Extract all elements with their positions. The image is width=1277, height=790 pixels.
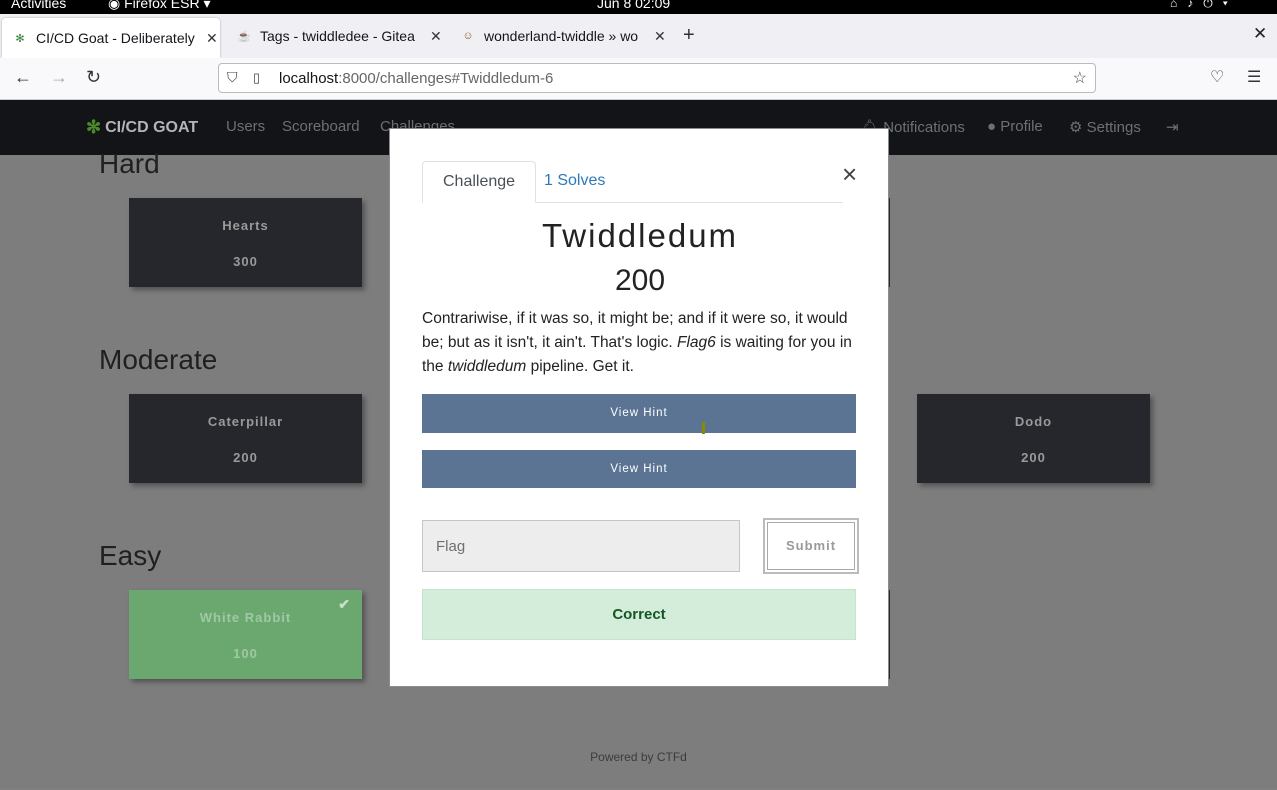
url-path: :8000/challenges#Twiddledum-6 (338, 70, 554, 87)
card-name: Caterpillar (207, 414, 284, 429)
card-value: 300 (233, 254, 258, 269)
menu-icon[interactable]: ☰ (1247, 67, 1261, 87)
modal-tabs: Challenge 1 Solves (422, 161, 843, 203)
result-alert: Correct (422, 589, 856, 640)
reload-icon[interactable]: ↻ (86, 67, 101, 88)
card-name: Hearts (222, 218, 269, 233)
category-heading-hard: Hard (99, 148, 160, 179)
challenge-modal: Challenge 1 Solves × Twiddledum 200 Cont… (389, 128, 889, 687)
clock[interactable]: Jun 8 02:09 (597, 0, 670, 11)
view-hint-button-2[interactable]: View Hint (422, 450, 856, 488)
nav-scoreboard[interactable]: Scoreboard (282, 118, 360, 135)
description-text: pipeline. Get it. (526, 358, 634, 375)
challenge-title: Twiddledum (541, 217, 739, 254)
site-brand[interactable]: ✻ CI/CD GOAT (86, 117, 198, 138)
nav-users[interactable]: Users (226, 118, 265, 135)
activities-button[interactable]: Activities (11, 0, 66, 11)
app-menu-label: Firefox ESR (124, 0, 200, 11)
logout-icon[interactable]: ⇥ (1166, 118, 1179, 136)
bookmark-star-icon[interactable]: ☆ (1073, 68, 1087, 88)
back-icon[interactable]: ← (14, 67, 32, 88)
card-name: Dodo (1014, 414, 1053, 429)
close-tab-icon[interactable]: ✕ (206, 30, 218, 47)
description-flag: Flag6 (677, 334, 716, 351)
nav-profile[interactable]: ● Profile (987, 118, 1043, 135)
nav-settings-label: Settings (1086, 119, 1141, 136)
card-value: 200 (1021, 450, 1046, 465)
tab-strip: ✻ CI/CD Goat - Deliberately ✕ ☕ Tags - t… (0, 14, 1277, 58)
url-bar[interactable]: ⛉ ▯ localhost:8000/challenges#Twiddledum… (218, 63, 1096, 93)
card-value: 100 (233, 646, 258, 661)
user-circle-icon: ● (987, 118, 997, 135)
pocket-icon[interactable]: ♡ (1210, 67, 1224, 87)
url-host: localhost (279, 70, 339, 87)
card-name: White Rabbit (199, 610, 292, 625)
nav-settings[interactable]: ⚙ Settings (1069, 118, 1141, 136)
jenkins-icon: ☺ (462, 30, 474, 42)
challenge-card-dodo[interactable]: Dodo 200 (917, 394, 1150, 483)
nav-profile-label: Profile (1000, 118, 1043, 135)
category-heading-easy: Easy (99, 540, 162, 571)
tab-title: wonderland-twiddle » wo (484, 28, 639, 44)
footer[interactable]: Powered by CTFd (0, 750, 1277, 764)
category-heading-moderate: Moderate (99, 344, 218, 375)
challenge-description: Contrariwise, if it was so, it might be;… (422, 307, 862, 379)
navigation-toolbar: ← → ↻ ⛉ ▯ localhost:8000/challenges#Twid… (0, 58, 1277, 100)
system-tray[interactable]: ⌂♪⏻▾ (1170, 0, 1238, 11)
close-icon[interactable]: × (842, 159, 857, 190)
tab-title: Tags - twiddledee - Gitea (260, 28, 415, 44)
app-menu[interactable]: ◉ Firefox ESR ▾ (108, 0, 211, 12)
challenge-value: 200 (614, 264, 666, 297)
goat-icon: ✻ (15, 32, 25, 45)
tab-challenge[interactable]: Challenge (422, 161, 537, 203)
system-top-bar: Activities ◉ Firefox ESR ▾ Jun 8 02:09 ⌂… (0, 0, 1277, 14)
browser-tab-ctfd[interactable]: ✻ CI/CD Goat - Deliberately ✕ (2, 18, 220, 58)
window-close-icon[interactable]: ✕ (1253, 24, 1267, 44)
forward-icon[interactable]: → (50, 67, 68, 88)
brand-text: CI/CD GOAT (105, 118, 199, 136)
challenge-card-caterpillar[interactable]: Caterpillar 200 (129, 394, 362, 483)
tab-solves[interactable]: 1 Solves (524, 161, 625, 203)
close-tab-icon[interactable]: ✕ (430, 28, 442, 45)
nav-notifications-label: Notifications (883, 119, 965, 136)
page-info-icon[interactable]: ▯ (253, 70, 260, 86)
browser-tab-jenkins[interactable]: ☺ wonderland-twiddle » wo ✕ (450, 14, 668, 58)
browser-tab-gitea[interactable]: ☕ Tags - twiddledee - Gitea ✕ (226, 14, 444, 58)
flag-input[interactable] (422, 520, 740, 572)
tab-title: CI/CD Goat - Deliberately (36, 30, 195, 46)
submit-button[interactable]: Submit (763, 518, 859, 574)
url-text: localhost:8000/challenges#Twiddledum-6 (279, 70, 553, 87)
mouse-cursor (702, 422, 705, 434)
gears-icon: ⚙ (1069, 119, 1083, 136)
close-tab-icon[interactable]: ✕ (654, 28, 666, 45)
new-tab-icon[interactable]: + (683, 24, 695, 47)
challenge-card-white-rabbit[interactable]: ✔ White Rabbit 100 (129, 590, 362, 679)
challenge-card-hearts[interactable]: Hearts 300 (129, 198, 362, 287)
description-pipeline: twiddledum (447, 358, 527, 375)
view-hint-button-1[interactable]: View Hint (422, 394, 856, 433)
card-value: 200 (233, 450, 258, 465)
gitea-icon: ☕ (237, 30, 251, 43)
goat-logo-icon: ✻ (86, 117, 102, 137)
shield-icon[interactable]: ⛉ (227, 69, 238, 86)
